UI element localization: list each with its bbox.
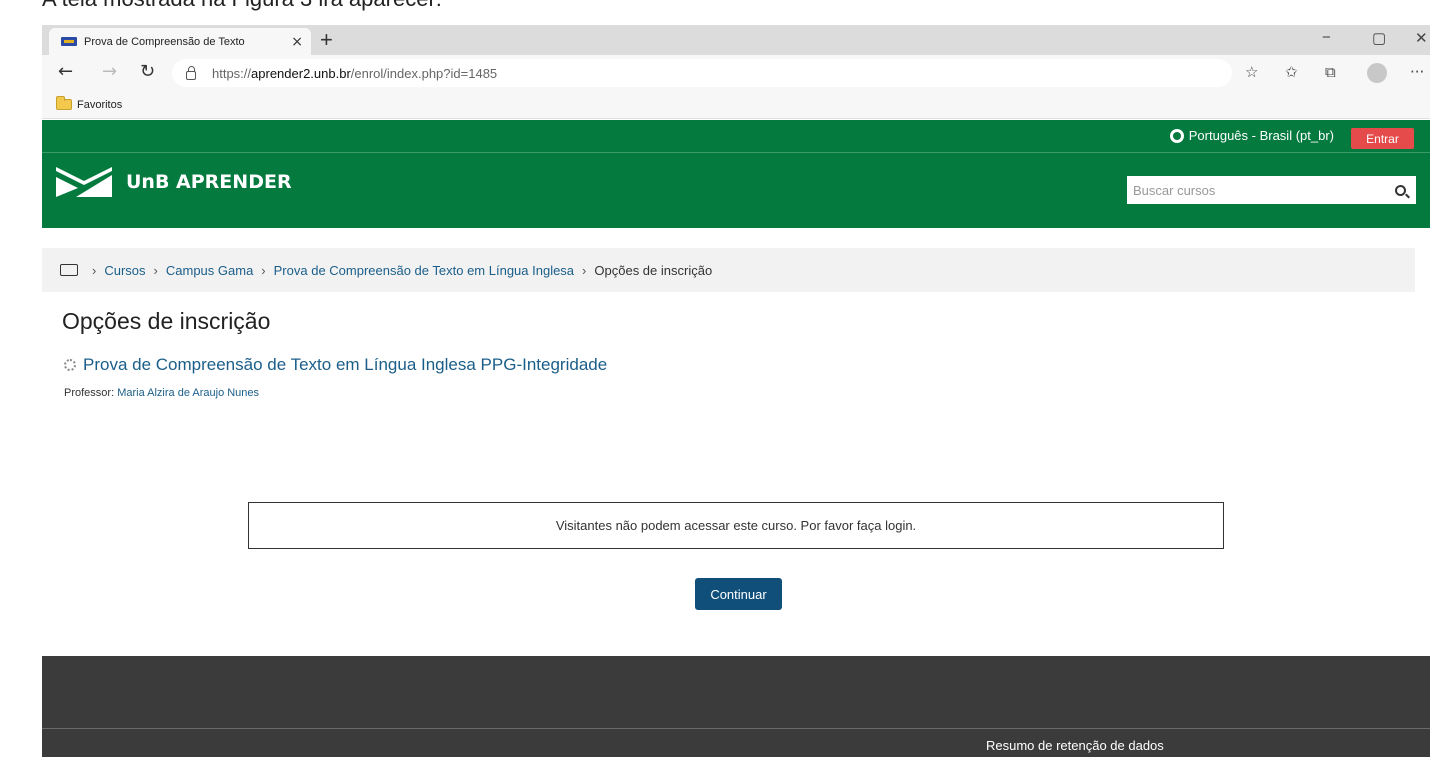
teacher-info: Professor: Maria Alzira de Araujo Nunes	[64, 387, 259, 399]
minimize-icon[interactable]: −	[1322, 29, 1331, 46]
browser-toolbar: ← → ↻ https://aprender2.unb.br/enrol/ind…	[42, 55, 1430, 91]
course-link[interactable]: Prova de Compreensão de Texto em Língua …	[64, 355, 607, 375]
tab-close-icon[interactable]: ×	[291, 34, 303, 50]
course-icon	[64, 359, 76, 371]
teacher-label: Professor:	[64, 387, 118, 399]
breadcrumb-course[interactable]: Prova de Compreensão de Texto em Língua …	[274, 263, 574, 278]
new-tab-icon[interactable]: +	[320, 27, 333, 53]
globe-icon	[1169, 128, 1184, 143]
site-header: Português - Brasil (pt_br) Entrar UnB AP…	[42, 120, 1430, 228]
breadcrumb-separator: ›	[153, 262, 158, 278]
forward-icon[interactable]: →	[102, 61, 117, 82]
url-path: /enrol/index.php?id=1485	[350, 65, 498, 81]
login-button[interactable]: Entrar	[1351, 128, 1414, 149]
guest-notice: Visitantes não podem acessar este curso.…	[248, 502, 1224, 549]
breadcrumb-separator: ›	[261, 262, 266, 278]
search-icon[interactable]	[1395, 184, 1406, 196]
page-title: Opções de inscrição	[62, 308, 271, 334]
site-favicon-icon	[61, 37, 77, 46]
more-icon[interactable]: ···	[1410, 63, 1424, 81]
breadcrumb: › Cursos › Campus Gama › Prova de Compre…	[42, 248, 1415, 292]
data-retention-link[interactable]: Resumo de retenção de dados	[986, 738, 1164, 753]
course-search	[1127, 176, 1416, 204]
site-logo[interactable]: UnB APRENDER	[56, 167, 292, 197]
window-close-icon[interactable]: ✕	[1415, 29, 1428, 47]
back-icon[interactable]: ←	[58, 61, 73, 82]
search-input[interactable]	[1127, 176, 1395, 204]
profile-icon[interactable]	[1367, 63, 1387, 83]
lock-icon	[186, 65, 196, 80]
header-divider	[42, 152, 1430, 153]
footer-divider	[42, 728, 1430, 729]
breadcrumb-separator: ›	[582, 262, 587, 278]
breadcrumb-separator: ›	[92, 262, 97, 278]
language-selector[interactable]: Português - Brasil (pt_br)	[1169, 128, 1334, 143]
maximize-icon[interactable]: ▢	[1372, 29, 1386, 47]
breadcrumb-campus-gama[interactable]: Campus Gama	[166, 263, 253, 278]
collections-icon[interactable]: ✩	[1285, 63, 1298, 81]
star-icon[interactable]: ☆	[1245, 63, 1258, 81]
url-prefix: https://	[212, 65, 252, 81]
home-folder-icon[interactable]	[60, 264, 78, 276]
url-host: aprender2.unb.br	[251, 65, 351, 81]
folder-icon	[56, 96, 72, 110]
address-bar[interactable]: https://aprender2.unb.br/enrol/index.php…	[172, 59, 1232, 87]
teacher-link[interactable]: Maria Alzira de Araujo Nunes	[117, 387, 259, 399]
extensions-icon[interactable]: ⧉	[1325, 63, 1336, 81]
browser-tab[interactable]: Prova de Compreensão de Texto ×	[49, 28, 311, 55]
refresh-icon[interactable]: ↻	[140, 61, 155, 82]
continue-button[interactable]: Continuar	[695, 578, 782, 610]
language-label: Português - Brasil (pt_br)	[1188, 128, 1334, 143]
breadcrumb-current: Opções de inscrição	[594, 262, 713, 278]
unb-logo-icon	[56, 167, 112, 197]
tab-title: Prova de Compreensão de Texto	[84, 35, 245, 48]
favorites-bar: Favoritos	[42, 91, 1430, 119]
document-caption: A tela mostrada na Figura 3 irá aparecer…	[42, 0, 442, 12]
page-footer: Resumo de retenção de dados	[42, 656, 1430, 757]
brand-name: UnB APRENDER	[126, 171, 292, 193]
favorites-folder[interactable]: Favoritos	[77, 99, 122, 111]
browser-tab-bar: Prova de Compreensão de Texto × + − ▢ ✕	[42, 25, 1430, 55]
course-name: Prova de Compreensão de Texto em Língua …	[83, 355, 608, 374]
breadcrumb-cursos[interactable]: Cursos	[104, 263, 145, 278]
